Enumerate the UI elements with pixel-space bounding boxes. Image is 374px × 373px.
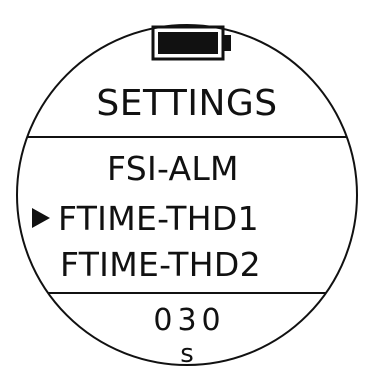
value-readout: 030 bbox=[153, 303, 226, 338]
triangle-right-icon bbox=[32, 208, 50, 228]
value-unit: s bbox=[180, 339, 194, 369]
menu-item-fsi-alm[interactable]: FSI-ALM bbox=[107, 152, 239, 185]
menu-item-ftime-thd1[interactable]: FTIME-THD1 bbox=[58, 202, 259, 235]
page-title: SETTINGS bbox=[96, 83, 278, 124]
menu-item-ftime-thd2[interactable]: FTIME-THD2 bbox=[60, 248, 261, 281]
